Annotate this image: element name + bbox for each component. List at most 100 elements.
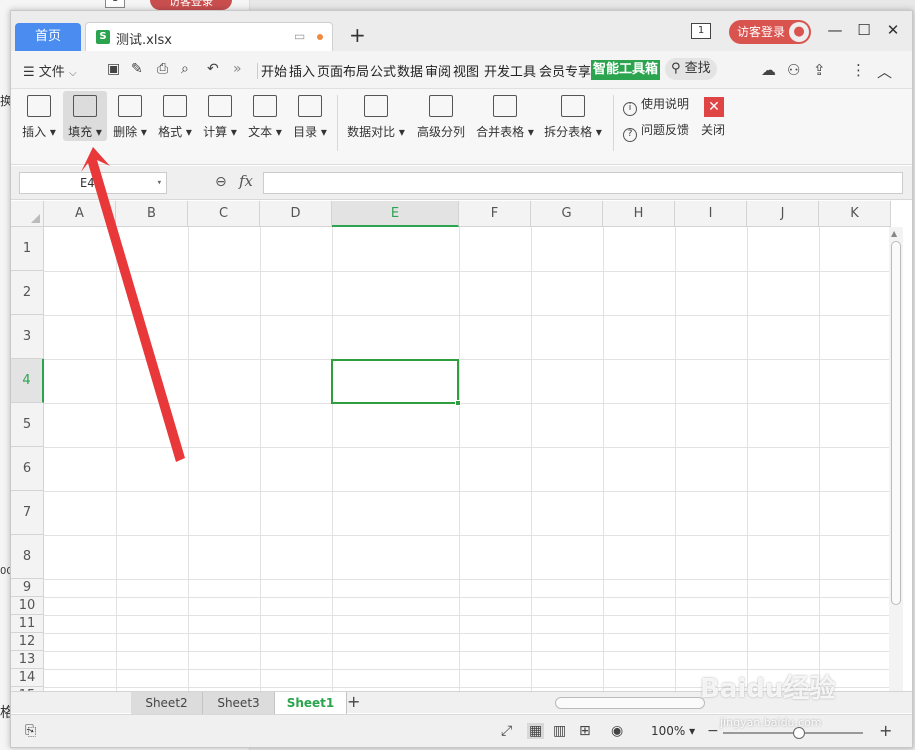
monitor-icon[interactable]: ▭ [294,29,305,43]
vertical-scroll-thumb[interactable] [891,241,901,605]
tab-review[interactable]: 审阅 [425,61,451,80]
name-box[interactable]: E4 ▾ [19,172,167,194]
row-header[interactable]: 3 [11,315,44,359]
close-window-button[interactable]: ✕ [883,21,903,39]
split-view-icon[interactable]: ⊞ [579,723,591,739]
row-header[interactable]: 10 [11,597,44,615]
text-button[interactable]: 文本 ▾ [243,91,287,139]
row-header-selected[interactable]: 4 [11,359,44,403]
row-header[interactable]: 9 [11,579,44,597]
file-menu[interactable]: ☰ 文件 ⌵ [23,61,77,80]
delete-button[interactable]: 删除 ▾ [109,91,151,139]
row-header[interactable]: 14 [11,669,44,687]
column-header[interactable]: J [747,201,819,227]
page-view-icon[interactable]: ▥ [553,723,566,739]
advanced-split-button[interactable]: 高级分列 [413,91,469,139]
insert-button[interactable]: 插入 ▾ [17,91,61,139]
column-header[interactable]: B [116,201,188,227]
row-header[interactable]: 8 [11,535,44,579]
spreadsheet-grid[interactable]: A B C D E F G H I J K 1 2 3 4 5 6 7 8 9 … [11,201,912,701]
tab-page-layout[interactable]: 页面布局 [317,61,369,80]
collapse-ribbon-icon[interactable]: ︿ [877,61,892,82]
row-header[interactable]: 1 [11,227,44,271]
row-header[interactable]: 13 [11,651,44,669]
merge-tables-button[interactable]: 合并表格 ▾ [473,91,537,139]
cloud-icon[interactable]: ☁ [761,61,776,79]
column-header[interactable]: D [260,201,332,227]
column-header[interactable]: F [459,201,531,227]
new-tab-button[interactable]: + [349,23,366,47]
tab-smart-toolbox[interactable]: 智能工具箱 [591,60,661,80]
fill-button[interactable]: 填充 ▾ [63,91,107,141]
toc-button[interactable]: 目录 ▾ [289,91,331,139]
sheet-tab-sheet3[interactable]: Sheet3 [203,692,275,714]
row-header[interactable]: 6 [11,447,44,491]
zoom-out-button[interactable]: − [707,723,719,739]
split-tables-button[interactable]: 拆分表格 ▾ [541,91,605,139]
normal-view-icon[interactable]: ▦ [527,723,545,739]
vertical-scrollbar[interactable]: ▲ [889,227,903,701]
maximize-button[interactable]: ☐ [854,21,874,39]
kebab-menu-icon[interactable]: ⋮ [851,61,866,79]
scroll-up-icon[interactable]: ▲ [891,229,897,238]
share-icon[interactable]: ⇪ [813,61,826,79]
format-button[interactable]: 格式 ▾ [153,91,197,139]
format-painter-icon[interactable]: ✎ [131,61,143,77]
row-header[interactable]: 11 [11,615,44,633]
data-compare-button[interactable]: 数据对比 ▾ [345,91,407,139]
row-header[interactable]: 7 [11,491,44,535]
tab-home[interactable]: 首页 [15,23,81,51]
zoom-in-button[interactable]: + [879,721,892,740]
sheet-tab-sheet2[interactable]: Sheet2 [131,692,203,714]
eye-protection-icon[interactable]: ◉ [611,723,623,739]
print-preview-icon[interactable]: ⌕ [181,61,189,77]
tab-view[interactable]: 视图 [453,61,479,80]
tab-developer[interactable]: 开发工具 [484,61,536,80]
calculator-icon [208,95,232,117]
tab-formula[interactable]: 公式 [370,61,396,80]
collaborate-icon[interactable]: ⚇ [787,61,800,79]
close-toolbox-label[interactable]: 关闭 [701,121,725,138]
help-button[interactable]: i 使用说明 [623,95,689,116]
fullscreen-icon[interactable]: ⤢ [501,723,512,739]
tab-member[interactable]: 会员专享 [539,61,591,80]
selected-cell-e4[interactable] [331,359,461,406]
column-header-selected[interactable]: E [332,201,459,227]
tab-insert[interactable]: 插入 [289,61,315,80]
undo-icon[interactable]: ↶ [207,61,219,77]
save-icon[interactable]: ▣ [107,61,120,77]
zoom-icon[interactable]: ⊖ [215,174,227,190]
row-header[interactable]: 2 [11,271,44,315]
column-header[interactable]: A [44,201,116,227]
fill-handle[interactable] [455,400,461,406]
search-button[interactable]: ⚲ 查找 [665,58,717,80]
tab-start[interactable]: 开始 [261,61,287,80]
chevron-down-icon[interactable]: ▾ [157,173,162,193]
horizontal-scroll-thumb[interactable] [555,697,705,709]
window-count-icon[interactable]: 1 [691,23,711,39]
fx-icon[interactable]: fx [239,172,253,190]
print-icon[interactable]: ⎙ [157,61,168,77]
tab-data[interactable]: 数据 [397,61,423,80]
tab-file[interactable]: S 测试.xlsx ▭ [85,22,333,51]
column-header[interactable]: I [675,201,747,227]
add-sheet-button[interactable]: + [347,692,360,711]
formula-input[interactable] [263,172,903,194]
column-header[interactable]: H [603,201,675,227]
feedback-button[interactable]: ? 问题反馈 [623,121,689,142]
column-header[interactable]: C [188,201,260,227]
row-header[interactable]: 12 [11,633,44,651]
sheet-tab-sheet1[interactable]: Sheet1 [275,692,347,714]
zoom-level[interactable]: 100% ▾ [651,724,695,738]
column-header[interactable]: G [531,201,603,227]
macro-icon[interactable]: ⎘ [25,723,36,739]
login-button[interactable]: 访客登录 ● [729,20,811,44]
column-header[interactable]: K [819,201,891,227]
select-all-corner[interactable] [11,201,44,227]
row-header[interactable]: 5 [11,403,44,447]
calculate-button[interactable]: 计算 ▾ [199,91,241,139]
close-toolbox-icon[interactable]: ✕ [704,97,724,117]
zoom-slider[interactable] [723,727,863,739]
minimize-button[interactable]: — [825,21,845,39]
more-icon[interactable]: » [233,61,242,77]
